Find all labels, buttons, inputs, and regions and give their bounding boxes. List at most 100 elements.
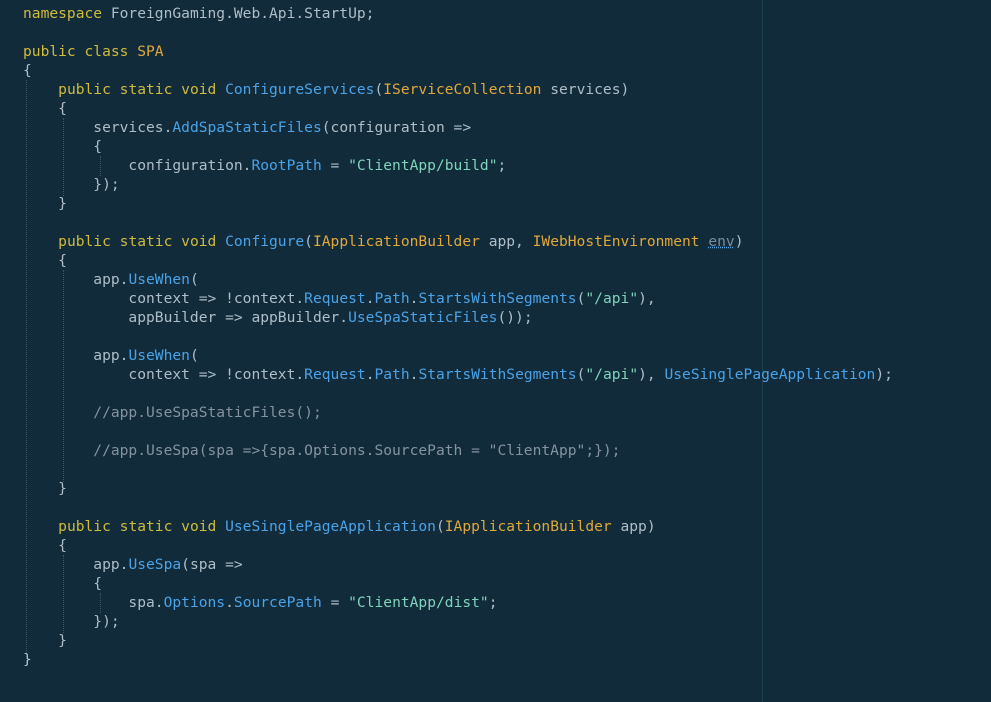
code-token: app. xyxy=(23,271,129,288)
code-token: AddSpaStaticFiles xyxy=(172,119,322,136)
code-line[interactable]: } xyxy=(23,194,893,213)
code-token: UseSpa xyxy=(128,556,182,573)
code-line[interactable]: services.AddSpaStaticFiles(configuration… xyxy=(23,118,893,137)
code-token: public class xyxy=(23,43,138,60)
code-token: ), xyxy=(638,290,656,307)
code-line[interactable]: } xyxy=(23,631,893,650)
code-token: context => !context. xyxy=(23,366,305,383)
code-line[interactable]: { xyxy=(23,574,893,593)
code-token: app) xyxy=(611,518,656,535)
code-line[interactable] xyxy=(23,327,893,346)
code-lines[interactable]: namespace ForeignGaming.Web.Api.StartUp;… xyxy=(23,4,893,669)
code-token: IWebHostEnvironment xyxy=(532,233,700,250)
code-token: { xyxy=(23,100,67,117)
code-line[interactable]: public static void ConfigureServices(ISe… xyxy=(23,80,893,99)
code-token: "/api" xyxy=(585,290,639,307)
code-line[interactable] xyxy=(23,460,893,479)
code-token: ( xyxy=(374,81,384,98)
code-token: StartsWithSegments xyxy=(418,366,577,383)
code-line[interactable]: { xyxy=(23,61,893,80)
code-token: ( xyxy=(189,347,199,364)
code-line[interactable]: } xyxy=(23,650,893,669)
code-line[interactable]: configuration.RootPath = "ClientApp/buil… xyxy=(23,156,893,175)
code-token: app, xyxy=(479,233,533,250)
code-token: ( xyxy=(189,271,199,288)
code-line[interactable]: public static void Configure(IApplicatio… xyxy=(23,232,893,251)
code-editor[interactable]: namespace ForeignGaming.Web.Api.StartUp;… xyxy=(0,0,991,702)
code-line[interactable]: //app.UseSpaStaticFiles(); xyxy=(23,403,893,422)
code-line[interactable]: public static void UseSinglePageApplicat… xyxy=(23,517,893,536)
code-token: "ClientApp/build" xyxy=(348,157,498,174)
code-token: ; xyxy=(497,157,507,174)
code-token: IServiceCollection xyxy=(383,81,542,98)
code-line[interactable]: }); xyxy=(23,612,893,631)
code-line[interactable]: { xyxy=(23,99,893,118)
code-token: SourcePath xyxy=(233,594,322,611)
code-line[interactable]: context => !context.Request.Path.StartsW… xyxy=(23,365,893,384)
code-token: { xyxy=(23,537,67,554)
code-line[interactable]: } xyxy=(23,479,893,498)
code-token: }); xyxy=(23,176,120,193)
code-token: appBuilder => appBuilder. xyxy=(23,309,349,326)
code-token: RootPath xyxy=(251,157,322,174)
code-line[interactable]: app.UseWhen( xyxy=(23,270,893,289)
code-line[interactable]: }); xyxy=(23,175,893,194)
code-token: { xyxy=(23,575,103,592)
code-token: "ClientApp/dist" xyxy=(348,594,489,611)
code-token: } xyxy=(23,195,67,212)
code-line[interactable]: appBuilder => appBuilder.UseSpaStaticFil… xyxy=(23,308,893,327)
code-token: app. xyxy=(23,347,129,364)
code-line[interactable]: public class SPA xyxy=(23,42,893,61)
code-token: ); xyxy=(875,366,893,383)
code-token: = xyxy=(321,157,349,174)
code-token: app. xyxy=(23,556,129,573)
code-token: Request xyxy=(304,366,366,383)
code-line[interactable]: //app.UseSpa(spa =>{spa.Options.SourcePa… xyxy=(23,441,893,460)
code-token: ; xyxy=(488,594,498,611)
code-line[interactable] xyxy=(23,498,893,517)
code-token: ), xyxy=(638,366,665,383)
code-token: env xyxy=(708,233,735,250)
code-token: ()); xyxy=(497,309,533,326)
code-token: Configure xyxy=(225,233,305,250)
code-line[interactable]: namespace ForeignGaming.Web.Api.StartUp; xyxy=(23,4,893,23)
code-line[interactable] xyxy=(23,384,893,403)
code-line[interactable]: { xyxy=(23,251,893,270)
code-token: Path xyxy=(374,366,410,383)
code-line[interactable]: spa.Options.SourcePath = "ClientApp/dist… xyxy=(23,593,893,612)
code-token: (spa => xyxy=(181,556,243,573)
code-line[interactable] xyxy=(23,422,893,441)
code-token: spa. xyxy=(23,594,164,611)
code-token: services. xyxy=(23,119,173,136)
code-line[interactable]: app.UseWhen( xyxy=(23,346,893,365)
code-line[interactable] xyxy=(23,23,893,42)
code-token: public static void xyxy=(58,518,226,535)
code-token: public static void xyxy=(58,81,226,98)
code-token: }); xyxy=(23,613,120,630)
code-token: = xyxy=(321,594,349,611)
code-token: Options xyxy=(163,594,226,611)
code-token: { xyxy=(23,252,67,269)
code-line[interactable]: { xyxy=(23,536,893,555)
code-token: IApplicationBuilder xyxy=(312,233,480,250)
code-token: UseSinglePageApplication xyxy=(225,518,436,535)
code-token: ( xyxy=(304,233,313,250)
code-line[interactable]: app.UseSpa(spa => xyxy=(23,555,893,574)
code-line[interactable] xyxy=(23,213,893,232)
code-token: IApplicationBuilder xyxy=(444,518,612,535)
code-line[interactable]: context => !context.Request.Path.StartsW… xyxy=(23,289,893,308)
code-token: Path xyxy=(374,290,410,307)
code-token: ForeignGaming.Web.Api.StartUp; xyxy=(102,5,375,22)
code-token: (configuration => xyxy=(321,119,472,136)
code-token: configuration. xyxy=(23,157,252,174)
code-token: namespace xyxy=(23,5,103,22)
code-token: //app.UseSpaStaticFiles(); xyxy=(23,404,322,421)
code-token: UseWhen xyxy=(128,271,190,288)
code-token: services) xyxy=(541,81,630,98)
code-token: public static void xyxy=(58,233,226,250)
code-line[interactable]: { xyxy=(23,137,893,156)
code-token: ) xyxy=(734,233,744,250)
